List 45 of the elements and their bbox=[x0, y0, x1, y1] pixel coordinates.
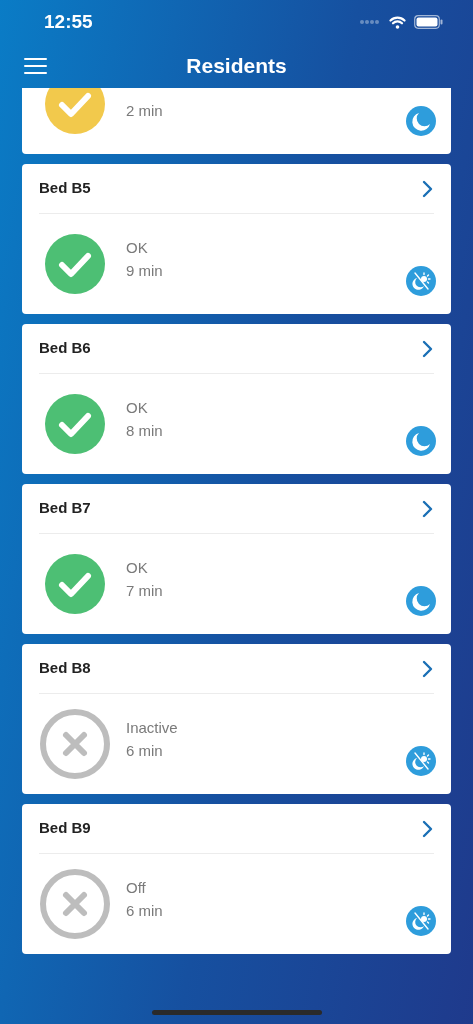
elapsed-time: 7 min bbox=[126, 581, 163, 602]
moon-icon bbox=[406, 586, 436, 616]
chevron-right-icon[interactable] bbox=[422, 819, 434, 838]
chevron-right-icon[interactable] bbox=[422, 179, 434, 198]
crossed-sun-moon-icon bbox=[406, 746, 436, 776]
cross-icon bbox=[39, 868, 111, 940]
resident-card[interactable]: 2 min bbox=[22, 88, 451, 154]
chevron-right-icon[interactable] bbox=[422, 659, 434, 678]
chevron-right-icon[interactable] bbox=[422, 499, 434, 518]
check-icon bbox=[44, 553, 106, 615]
status-label: OK bbox=[126, 398, 149, 417]
resident-card[interactable]: Bed B9 Off 6 min bbox=[22, 804, 451, 954]
elapsed-time: 6 min bbox=[126, 901, 163, 922]
chevron-right-icon[interactable] bbox=[422, 339, 434, 358]
status-label: Inactive bbox=[126, 718, 178, 737]
elapsed-time: 2 min bbox=[126, 101, 163, 122]
check-icon bbox=[44, 233, 106, 295]
crossed-sun-moon-icon bbox=[406, 906, 436, 936]
status-label: OK bbox=[126, 238, 149, 257]
elapsed-time: 9 min bbox=[126, 261, 163, 282]
signal-icon bbox=[359, 19, 381, 25]
status-label: OK bbox=[126, 558, 149, 577]
bed-name: Bed B5 bbox=[39, 178, 91, 199]
elapsed-time: 8 min bbox=[126, 421, 163, 442]
bed-name: Bed B9 bbox=[39, 818, 91, 839]
status-label: Off bbox=[126, 878, 147, 897]
check-icon bbox=[44, 393, 106, 455]
resident-card[interactable]: Bed B5 OK 9 min bbox=[22, 164, 451, 314]
battery-icon bbox=[414, 15, 443, 29]
moon-icon bbox=[406, 106, 436, 136]
resident-card[interactable]: Bed B8 Inactive 6 min bbox=[22, 644, 451, 794]
bed-name: Bed B6 bbox=[39, 338, 91, 359]
crossed-sun-moon-icon bbox=[406, 266, 436, 296]
resident-card[interactable]: Bed B6 OK 8 min bbox=[22, 324, 451, 474]
elapsed-time: 6 min bbox=[126, 741, 164, 762]
screen-title: Residents bbox=[186, 53, 287, 80]
check-icon bbox=[44, 88, 106, 135]
bed-name: Bed B7 bbox=[39, 498, 91, 519]
resident-card[interactable]: Bed B7 OK 7 min bbox=[22, 484, 451, 634]
wifi-icon bbox=[389, 15, 406, 29]
moon-icon bbox=[406, 426, 436, 456]
menu-icon[interactable] bbox=[24, 58, 47, 74]
cross-icon bbox=[39, 708, 111, 780]
bed-name: Bed B8 bbox=[39, 658, 91, 679]
status-time: 12:55 bbox=[44, 9, 93, 34]
